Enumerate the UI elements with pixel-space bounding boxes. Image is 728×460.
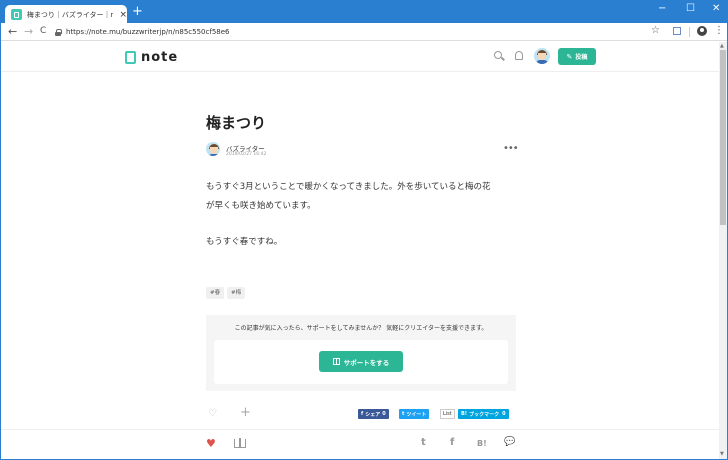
support-inner-panel: サポートをする (214, 340, 508, 384)
bell-icon[interactable] (515, 51, 523, 60)
search-icon[interactable] (494, 51, 502, 59)
article-title: 梅まつり (206, 114, 267, 132)
article-paragraph: もうすぐ春ですね。 (206, 237, 283, 247)
user-avatar[interactable] (534, 48, 550, 64)
footer-twitter-icon[interactable]: t (421, 437, 426, 448)
gift-icon (332, 358, 340, 365)
new-tab-button[interactable]: + (132, 5, 143, 18)
pencil-icon: ✎ (566, 52, 573, 61)
lock-icon (55, 28, 62, 36)
page-content: note ✎ 投稿 梅まつり バズライター 2019/02/27 16:42 •… (1, 42, 719, 459)
toolbar-divider (689, 27, 690, 37)
tweet-label: ツイート (406, 411, 427, 418)
logo-text: note (141, 50, 179, 65)
back-button[interactable]: ← (8, 25, 17, 38)
profile-icon[interactable] (697, 26, 707, 36)
like-heart-icon[interactable]: ♡ (208, 408, 217, 419)
hatena-bookmark-label: ブックマーク (469, 411, 500, 418)
reload-button[interactable]: C (40, 25, 46, 38)
magazine-book-icon[interactable] (234, 438, 246, 448)
address-bar: ← → C https://note.mu/buzzwriterjp/n/n85… (1, 23, 727, 41)
page-scrollbar[interactable]: ▲ ▼ (719, 42, 727, 459)
facebook-share-count: 0 (382, 411, 386, 417)
minimize-button[interactable]: − (658, 4, 666, 14)
scroll-up-arrow-icon[interactable]: ▲ (720, 43, 724, 49)
tab-close-icon[interactable]: × (119, 10, 127, 20)
article-paragraph-line: もうすぐ3月ということで暖かくなってきました。外を歩いていると梅の花 (206, 182, 491, 192)
post-button-label: 投稿 (575, 54, 588, 61)
footer-like-heart-icon[interactable]: ♥ (206, 437, 216, 450)
more-options-icon[interactable]: ••• (503, 143, 519, 154)
tag-haru[interactable]: #春 (206, 287, 225, 299)
twitter-tweet-button[interactable]: t ツイート (399, 409, 430, 419)
browser-tab[interactable]: 梅まつり｜バズライター｜note × (5, 5, 127, 24)
title-bar: 梅まつり｜バズライター｜note × + − ☐ ✕ (1, 1, 727, 24)
hatena-bookmark-count: 0 (502, 411, 506, 417)
hatena-icon: B! (461, 411, 468, 417)
extension-icon[interactable] (673, 27, 681, 35)
support-message: この記事が気に入ったら、サポートをしてみませんか？ 気軽にクリエイターを支援でき… (234, 325, 488, 332)
author-avatar[interactable] (206, 142, 220, 156)
url-text: https://note.mu/buzzwriterjp/n/n85c550cf… (66, 28, 230, 36)
note-logo[interactable]: note (125, 50, 178, 65)
scrollbar-thumb[interactable] (720, 50, 726, 225)
support-box: この記事が気に入ったら、サポートをしてみませんか？ 気軽にクリエイターを支援でき… (206, 315, 516, 391)
post-date: 2019/02/27 16:42 (226, 152, 267, 157)
list-button[interactable]: List (440, 409, 455, 419)
footer-hatena-icon[interactable]: B! (477, 439, 487, 448)
url-input[interactable]: https://note.mu/buzzwriterjp/n/n85c550cf… (55, 25, 665, 39)
facebook-share-button[interactable]: f シェア 0 (358, 409, 389, 419)
facebook-share-label: シェア (365, 411, 381, 418)
post-button[interactable]: ✎ 投稿 (558, 48, 596, 65)
maximize-button[interactable]: ☐ (686, 4, 695, 14)
site-header: note ✎ 投稿 (1, 42, 719, 72)
forward-button[interactable]: → (24, 25, 33, 38)
tag-ume[interactable]: #梅 (227, 287, 246, 299)
scroll-down-arrow-icon[interactable]: ▼ (720, 451, 724, 457)
article-paragraph-line: が早くも咲き始めています。 (206, 201, 316, 211)
support-button-label: サポートをする (343, 358, 390, 367)
note-logo-icon (125, 51, 136, 64)
browser-window: 梅まつり｜バズライター｜note × + − ☐ ✕ ← → C https:/… (0, 0, 728, 460)
bookmark-star-icon[interactable]: ☆ (651, 25, 660, 36)
footer-facebook-icon[interactable]: f (450, 437, 454, 448)
browser-menu-icon[interactable]: ⋮ (714, 25, 724, 36)
note-favicon-icon (11, 9, 22, 20)
support-button[interactable]: サポートをする (319, 351, 403, 372)
footer-action-bar: ♥ t f B! 💬 (1, 429, 719, 459)
close-window-button[interactable]: ✕ (712, 4, 720, 14)
twitter-icon: t (402, 411, 405, 417)
footer-line-icon[interactable]: 💬 (504, 437, 515, 447)
tab-title: 梅まつり｜バズライター｜note (26, 10, 114, 19)
add-to-magazine-icon[interactable]: + (240, 406, 251, 419)
facebook-icon: f (361, 411, 364, 417)
hatena-bookmark-button[interactable]: B! ブックマーク 0 (458, 409, 509, 419)
